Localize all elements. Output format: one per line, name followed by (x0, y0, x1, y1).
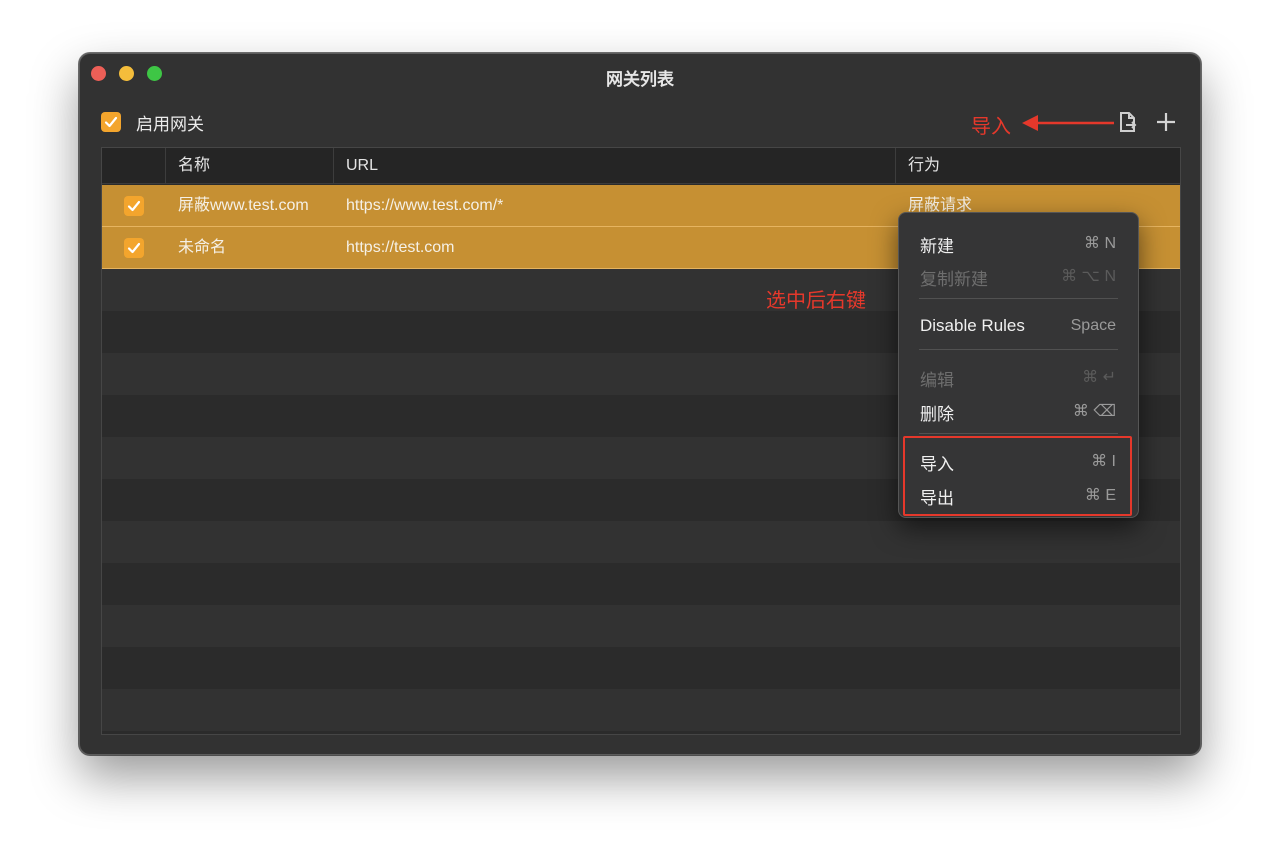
column-header-url[interactable]: URL (334, 148, 378, 184)
row-enabled-checkbox[interactable] (124, 196, 144, 216)
menu-item-delete[interactable]: 删除 ⌘ ⌫ (899, 395, 1138, 425)
title-bar: 网关列表 (80, 54, 1200, 98)
plus-icon (1157, 113, 1175, 131)
right-click-annotation: 选中后右键 (766, 290, 866, 312)
row-enabled-checkbox[interactable] (124, 238, 144, 258)
menu-item-label: 新建 (920, 237, 954, 256)
column-header-action[interactable]: 行为 (896, 148, 940, 184)
enable-gateway-toggle[interactable]: 启用网关 (101, 111, 204, 134)
empty-row (102, 605, 1180, 647)
window-title: 网关列表 (606, 70, 674, 89)
menu-item-shortcut: Space (1070, 317, 1116, 334)
menu-item-shortcut: ⌘ ↵ (1082, 369, 1116, 386)
checkmark-icon (104, 116, 118, 128)
toolbar (1103, 109, 1179, 135)
import-annotation: 导入 (971, 116, 1011, 138)
import-file-icon (1120, 112, 1137, 132)
empty-row (102, 647, 1180, 689)
context-menu: 新建 ⌘ N 复制新建 ⌘ ⌥ N Disable Rules Space 编辑… (898, 212, 1139, 518)
row-url: https://test.com (346, 239, 455, 256)
row-name: 未命名 (178, 239, 227, 256)
enable-gateway-label: 启用网关 (136, 114, 204, 134)
menu-separator (919, 349, 1118, 350)
menu-item-label: Disable Rules (920, 316, 1025, 335)
enable-gateway-checkbox[interactable] (101, 112, 121, 132)
column-divider[interactable] (165, 148, 166, 184)
empty-row (102, 521, 1180, 563)
empty-row (102, 689, 1180, 731)
annotation-arrow-icon (1022, 115, 1114, 131)
empty-row (102, 563, 1180, 605)
menu-item-shortcut: ⌘ ⌫ (1072, 403, 1116, 420)
menu-item-label: 复制新建 (920, 270, 988, 289)
import-export-highlight-box (903, 436, 1132, 516)
menu-item-shortcut: ⌘ ⌥ N (1061, 268, 1116, 285)
checkmark-icon (127, 242, 141, 254)
import-file-button[interactable] (1115, 109, 1141, 135)
row-name: 屏蔽www.test.com (178, 197, 309, 214)
menu-item-label: 编辑 (920, 371, 954, 390)
checkmark-icon (127, 200, 141, 212)
menu-separator (919, 298, 1118, 299)
menu-item-edit[interactable]: 编辑 ⌘ ↵ (899, 361, 1138, 391)
column-header-name[interactable]: 名称 (166, 148, 210, 184)
column-divider[interactable] (333, 148, 334, 184)
menu-item-new[interactable]: 新建 ⌘ N (899, 227, 1138, 257)
add-rule-button[interactable] (1153, 109, 1179, 135)
menu-item-label: 删除 (920, 405, 954, 424)
menu-item-shortcut: ⌘ N (1084, 235, 1116, 252)
menu-item-disable-rules[interactable]: Disable Rules Space (899, 311, 1138, 341)
table-header: 名称 URL 行为 (102, 148, 1180, 184)
row-url: https://www.test.com/* (346, 197, 504, 214)
menu-separator (919, 433, 1118, 434)
menu-item-duplicate[interactable]: 复制新建 ⌘ ⌥ N (899, 260, 1138, 290)
column-divider[interactable] (895, 148, 896, 184)
